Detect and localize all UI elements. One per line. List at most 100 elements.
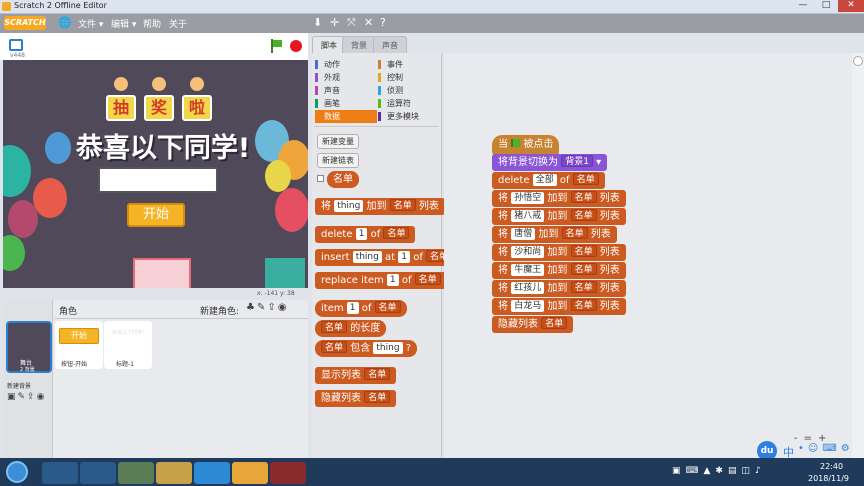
system-tray-icons[interactable]: ▣⌨▲✱▤◫♪ <box>672 466 766 476</box>
category-control[interactable]: 控制 <box>378 71 440 84</box>
title-char: 抽 <box>106 95 136 121</box>
block-list-contains[interactable]: 名单 包含 thing ? <box>315 340 418 357</box>
block-item-of-list[interactable]: item 1 of 名单 <box>315 300 407 317</box>
stage-backdrop-count: 2 背景 <box>20 367 35 373</box>
scripts-area[interactable]: 当 被点击 将背景切换为 背景1 ▾ delete 全部 of 名单 将 孙悟空… <box>444 53 852 458</box>
block-add-name[interactable]: 将 沙和尚 加到 名单 列表 <box>492 244 626 261</box>
balloon-decoration <box>3 235 25 271</box>
sprites-header: 角色 <box>59 307 78 317</box>
tab-backdrops[interactable]: 背景 <box>342 36 376 53</box>
version-label: v448 <box>10 52 26 59</box>
sprite-thumb: 开始 <box>59 328 99 344</box>
list-reporter[interactable]: 名单 <box>327 171 359 188</box>
new-sprite-label: 新建角色: <box>200 307 240 317</box>
category-events[interactable]: 事件 <box>378 58 440 71</box>
block-add-name[interactable]: 将 红孩儿 加到 名单 列表 <box>492 280 626 297</box>
stamp-icon[interactable]: ⬇ <box>313 16 322 29</box>
balloon-decoration <box>3 145 31 197</box>
window-title: Scratch 2 Offline Editor <box>14 1 107 10</box>
menu-edit[interactable]: 编辑 ▾ <box>111 17 136 30</box>
scroll-up-button[interactable] <box>853 56 863 66</box>
clock-date: 2018/11/9 <box>808 474 850 483</box>
scratch-taskbar-icon[interactable] <box>232 462 268 484</box>
category-sensing[interactable]: 侦测 <box>378 84 440 97</box>
block-delete-of-list[interactable]: delete 1 of 名单 <box>315 226 416 243</box>
ie-browser-icon[interactable] <box>42 462 78 484</box>
block-show-list[interactable]: 显示列表 名单 <box>315 367 397 384</box>
category-sound[interactable]: 声音 <box>315 84 377 97</box>
media-player-icon[interactable] <box>80 462 116 484</box>
start-button[interactable]: 开始 <box>127 203 185 227</box>
menu-help[interactable]: 帮助 <box>143 17 161 30</box>
block-palette: 动作 外观 声音 画笔 数据 事件 控制 侦测 运算符 更多模块 新建变量 新建… <box>312 53 459 458</box>
screen-recorder-icon[interactable] <box>270 462 306 484</box>
category-column-right: 事件 控制 侦测 运算符 更多模块 <box>378 58 440 123</box>
scripts-scrollbar[interactable] <box>852 53 864 458</box>
block-insert-at-list[interactable]: insert thing at 1 of 名单 <box>315 249 459 266</box>
help-icon[interactable]: ? <box>380 16 386 29</box>
divider <box>55 318 308 319</box>
minimize-button[interactable]: — <box>792 0 814 12</box>
app-icon <box>2 2 11 11</box>
list-visibility-checkbox[interactable] <box>317 175 324 182</box>
block-add-name[interactable]: 将 牛魔王 加到 名单 列表 <box>492 262 626 279</box>
menu-bar: SCRATCH 🌐 文件 ▾ 编辑 ▾ 帮助 关于 ⬇ ✛ ⤧ ✕ ? <box>0 14 864 33</box>
block-length-of-list[interactable]: 名单 的长度 <box>315 320 387 337</box>
maximize-button[interactable]: □ <box>815 0 837 12</box>
block-add-name[interactable]: 将 孙悟空 加到 名单 列表 <box>492 190 626 207</box>
stop-icon[interactable] <box>290 40 302 52</box>
green-flag-icon[interactable] <box>270 39 282 53</box>
block-add-name[interactable]: 将 唐僧 加到 名单 列表 <box>492 226 617 243</box>
stage-header: v448 <box>0 33 308 60</box>
name-display-box <box>98 167 218 193</box>
tab-sounds[interactable]: 声音 <box>373 36 407 53</box>
shrink-icon[interactable]: ✕ <box>364 16 373 29</box>
category-looks[interactable]: 外观 <box>315 71 377 84</box>
backdrop-tools-icon[interactable]: ▣✎⇪◉ <box>7 392 46 402</box>
ime-tools-icon[interactable]: •☺⌨⚙ <box>798 443 854 454</box>
category-data[interactable]: 数据 <box>315 110 377 123</box>
menu-about[interactable]: 关于 <box>169 17 187 30</box>
category-pen[interactable]: 画笔 <box>315 97 377 110</box>
title-char: 啦 <box>182 95 212 121</box>
balloon-decoration <box>33 178 67 218</box>
block-add-name[interactable]: 将 白龙马 加到 名单 列表 <box>492 298 626 315</box>
block-delete-all[interactable]: delete 全部 of 名单 <box>492 172 605 189</box>
block-hide-list[interactable]: 隐藏列表 名单 <box>315 390 397 407</box>
green-flag-icon <box>511 139 521 147</box>
explorer-icon[interactable] <box>156 462 192 484</box>
stage[interactable]: 抽 奖 啦 恭喜以下同学! 开始 <box>3 60 308 288</box>
category-more-blocks[interactable]: 更多模块 <box>378 110 440 123</box>
balloon-decoration <box>275 188 308 232</box>
block-when-flag-clicked[interactable]: 当 被点击 <box>492 135 560 155</box>
scratch-logo[interactable]: SCRATCH <box>4 16 46 30</box>
menu-file[interactable]: 文件 ▾ <box>78 17 103 30</box>
sprite-panel: 舞台 2 背景 新建背景 ▣✎⇪◉ 角色 新建角色: ♣✎⇪◉ 开始 按钮-开始… <box>3 300 308 458</box>
word-icon[interactable] <box>194 462 230 484</box>
block-hide-list-script[interactable]: 隐藏列表 名单 <box>492 316 574 333</box>
grow-icon[interactable]: ✛ <box>330 16 339 29</box>
mouse-coords: x: -141 y: 38 <box>257 290 295 297</box>
taskbar: ▣⌨▲✱▤◫♪ 22:40 2018/11/9 <box>0 458 864 486</box>
globe-icon[interactable]: 🌐 <box>58 16 72 29</box>
block-add-name[interactable]: 将 猪八戒 加到 名单 列表 <box>492 208 626 225</box>
sprite-name: 标题-1 <box>116 361 134 368</box>
title-bar: Scratch 2 Offline Editor — □ ✕ <box>0 0 864 14</box>
new-sprite-tools-icon[interactable]: ♣✎⇪◉ <box>246 302 288 313</box>
make-variable-button[interactable]: 新建变量 <box>317 134 359 149</box>
block-add-to-list[interactable]: 将 thing 加到 名单 列表 <box>315 198 445 215</box>
close-button[interactable]: ✕ <box>838 0 864 12</box>
app-icon[interactable] <box>118 462 154 484</box>
fullscreen-icon[interactable]: ⤧ <box>347 16 356 30</box>
balloon-decoration <box>265 160 291 192</box>
make-list-button[interactable]: 新建链表 <box>317 153 359 168</box>
headline: 恭喜以下同学! <box>75 133 251 164</box>
block-switch-backdrop[interactable]: 将背景切换为 背景1 ▾ <box>492 154 608 171</box>
tab-scripts[interactable]: 脚本 <box>312 36 346 53</box>
category-operators[interactable]: 运算符 <box>378 97 440 110</box>
clock-time: 22:40 <box>820 462 844 471</box>
block-replace-item[interactable]: replace item 1 of 名单 <box>315 272 447 289</box>
start-menu-icon[interactable] <box>6 461 28 483</box>
category-motion[interactable]: 动作 <box>315 58 377 71</box>
presentation-mode-icon[interactable] <box>9 39 23 51</box>
